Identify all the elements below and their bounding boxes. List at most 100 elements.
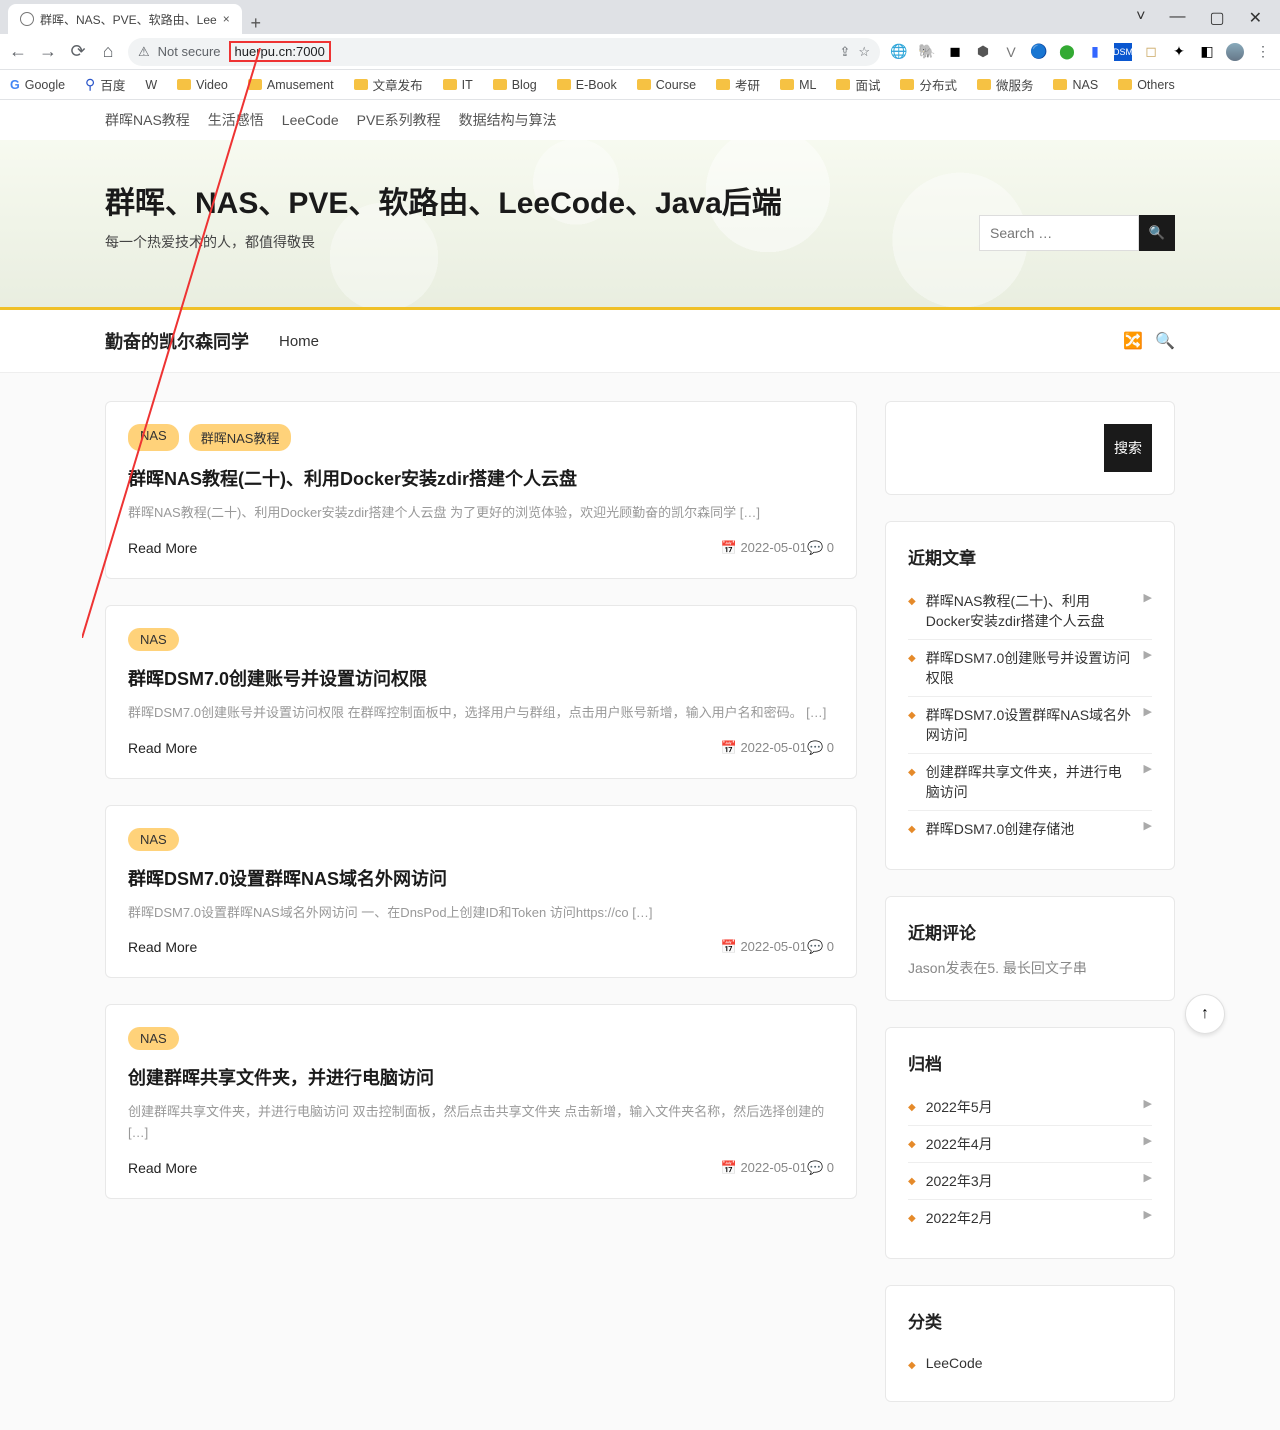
bookmark-distributed[interactable]: 分布式	[900, 75, 957, 94]
bookmark-microservice[interactable]: 微服务	[977, 75, 1034, 94]
search-icon[interactable]: 🔍	[1155, 331, 1175, 351]
bookmark-exam[interactable]: 考研	[716, 75, 760, 94]
menu-icon[interactable]: ⋮	[1254, 43, 1272, 61]
nav-link[interactable]: PVE系列教程	[357, 110, 441, 130]
close-icon[interactable]: ✕	[1249, 8, 1262, 28]
brand-name[interactable]: 勤奋的凯尔森同学	[105, 328, 249, 354]
list-item[interactable]: ◆2022年3月▶	[908, 1162, 1152, 1199]
list-item[interactable]: ◆创建群晖共享文件夹，并进行电脑访问▶	[908, 753, 1152, 810]
bookmark-interview[interactable]: 面试	[836, 75, 880, 94]
nav-link[interactable]: LeeCode	[282, 112, 339, 128]
list-item[interactable]: ◆2022年4月▶	[908, 1125, 1152, 1162]
address-bar[interactable]: ⚠ Not secure huerpu.cn:7000 ⇪ ☆	[128, 38, 880, 66]
post-title[interactable]: 群晖DSM7.0设置群晖NAS域名外网访问	[128, 865, 834, 891]
back-button[interactable]: ←	[8, 41, 28, 62]
list-item[interactable]: ◆群晖DSM7.0设置群晖NAS域名外网访问▶	[908, 696, 1152, 753]
ext-icon-5[interactable]: V	[1002, 43, 1020, 61]
extensions-icon[interactable]: ✦	[1170, 43, 1188, 61]
read-more-link[interactable]: Read More	[128, 540, 197, 556]
bullet-icon: ◆	[908, 1360, 916, 1371]
bullet-icon: ◆	[908, 767, 916, 778]
bookmark-ebook[interactable]: E-Book	[557, 78, 617, 92]
ext-icon-7[interactable]: ⬤	[1058, 43, 1076, 61]
nav-home[interactable]: Home	[279, 333, 319, 350]
side-panel-icon[interactable]: ◧	[1198, 43, 1216, 61]
list-item[interactable]: ◆LeeCode	[908, 1347, 1152, 1379]
folder-icon	[1053, 79, 1067, 90]
random-icon[interactable]: 🔀	[1123, 331, 1143, 351]
chevron-down-icon[interactable]: ˅	[1136, 8, 1145, 28]
folder-icon	[493, 79, 507, 90]
nav-link[interactable]: 生活感悟	[208, 110, 264, 130]
ext-icon-4[interactable]: ⬢	[974, 43, 992, 61]
bookmark-it[interactable]: IT	[443, 78, 473, 92]
bookmark-others[interactable]: Others	[1118, 78, 1175, 92]
ext-icon-6[interactable]: 🔵	[1030, 43, 1048, 61]
read-more-link[interactable]: Read More	[128, 1160, 197, 1176]
home-button[interactable]: ⌂	[98, 41, 118, 62]
post-title[interactable]: 群晖NAS教程(二十)、利用Docker安装zdir搭建个人云盘	[128, 465, 834, 491]
post-meta: 📅 2022-05-01💬 0	[721, 1160, 834, 1176]
search-input[interactable]	[979, 215, 1139, 251]
window-controls: ˅ — ▢ ✕	[1136, 8, 1280, 34]
profile-avatar[interactable]	[1226, 43, 1244, 61]
post-tag[interactable]: 群晖NAS教程	[189, 424, 292, 451]
ext-icon-8[interactable]: ▮	[1086, 43, 1104, 61]
minimize-icon[interactable]: —	[1169, 8, 1185, 28]
arrow-up-icon: ↑	[1201, 1005, 1209, 1023]
folder-icon	[900, 79, 914, 90]
search-button[interactable]: 🔍	[1139, 215, 1175, 251]
post-tag[interactable]: NAS	[128, 1027, 179, 1050]
post-meta: 📅 2022-05-01💬 0	[721, 740, 834, 756]
ext-icon-9[interactable]: DSM	[1114, 43, 1132, 61]
bookmark-baidu[interactable]: ⚲百度	[85, 75, 125, 94]
nav-link[interactable]: 数据结构与算法	[459, 110, 557, 130]
bullet-icon: ◆	[908, 1213, 916, 1224]
read-more-link[interactable]: Read More	[128, 740, 197, 756]
maximize-icon[interactable]: ▢	[1209, 8, 1224, 28]
chevron-right-icon: ▶	[1144, 762, 1152, 775]
bookmark-amusement[interactable]: Amusement	[248, 78, 334, 92]
list-item[interactable]: ◆群晖DSM7.0创建存储池▶	[908, 810, 1152, 847]
list-item[interactable]: ◆2022年5月▶	[908, 1089, 1152, 1125]
bullet-icon: ◆	[908, 1176, 916, 1187]
comment-item[interactable]: Jason发表在5. 最长回文子串	[908, 958, 1152, 978]
bookmark-video[interactable]: Video	[177, 78, 228, 92]
list-item[interactable]: ◆群晖NAS教程(二十)、利用Docker安装zdir搭建个人云盘▶	[908, 583, 1152, 639]
new-tab-button[interactable]: +	[242, 13, 270, 34]
post-title[interactable]: 群晖DSM7.0创建账号并设置访问权限	[128, 665, 834, 691]
chevron-right-icon: ▶	[1144, 1171, 1152, 1184]
ext-icon-3[interactable]: ◼	[946, 43, 964, 61]
post-title[interactable]: 创建群晖共享文件夹，并进行电脑访问	[128, 1064, 834, 1090]
bookmark-blog[interactable]: Blog	[493, 78, 537, 92]
bookmark-publish[interactable]: 文章发布	[354, 75, 423, 94]
ext-icon-10[interactable]: ◻	[1142, 43, 1160, 61]
scroll-top-button[interactable]: ↑	[1185, 994, 1225, 1034]
hero-search: 🔍	[979, 215, 1175, 251]
reload-button[interactable]: ⟳	[68, 41, 88, 62]
post-tag[interactable]: NAS	[128, 628, 179, 651]
browser-tab[interactable]: 群晖、NAS、PVE、软路由、Lee ×	[8, 4, 242, 34]
post-meta: 📅 2022-05-01💬 0	[721, 939, 834, 955]
ext-icon-2[interactable]: 🐘	[918, 43, 936, 61]
list-item[interactable]: ◆群晖DSM7.0创建账号并设置访问权限▶	[908, 639, 1152, 696]
post-tag[interactable]: NAS	[128, 424, 179, 451]
main-column: NAS 群晖NAS教程 群晖NAS教程(二十)、利用Docker安装zdir搭建个…	[105, 401, 857, 1199]
forward-button[interactable]: →	[38, 41, 58, 62]
widget-recent-comments: 近期评论 Jason发表在5. 最长回文子串	[885, 896, 1175, 1001]
bookmark-w[interactable]: W	[145, 78, 157, 92]
bookmark-course[interactable]: Course	[637, 78, 696, 92]
bookmark-nas[interactable]: NAS	[1053, 78, 1098, 92]
star-icon[interactable]: ☆	[858, 44, 870, 60]
tab-close-icon[interactable]: ×	[223, 12, 230, 26]
nav-link[interactable]: 群晖NAS教程	[105, 110, 190, 130]
post-tag[interactable]: NAS	[128, 828, 179, 851]
sidebar-search-button[interactable]: 搜索	[1104, 424, 1152, 472]
read-more-link[interactable]: Read More	[128, 939, 197, 955]
widget-search: 搜索	[885, 401, 1175, 495]
share-icon[interactable]: ⇪	[839, 44, 850, 60]
bookmark-ml[interactable]: ML	[780, 78, 816, 92]
list-item[interactable]: ◆2022年2月▶	[908, 1199, 1152, 1236]
ext-icon-1[interactable]: 🌐	[890, 43, 908, 61]
bookmark-google[interactable]: GGoogle	[10, 78, 65, 92]
